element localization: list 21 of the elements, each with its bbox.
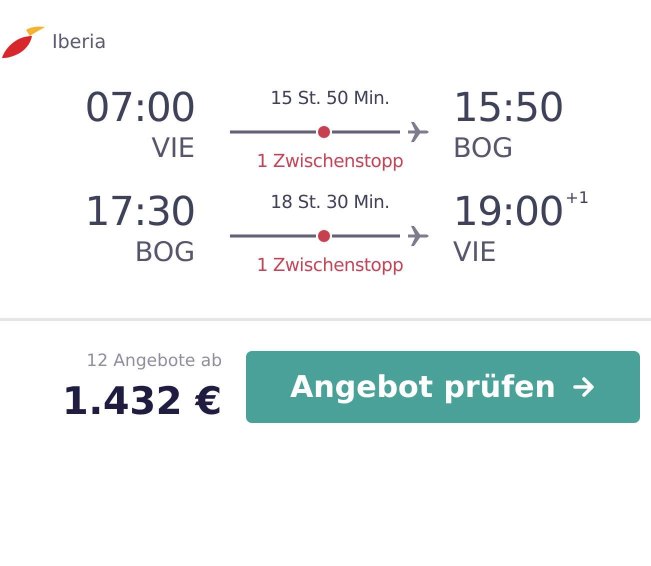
airport-code: BOG: [453, 132, 514, 166]
departure-time: 07:00: [84, 84, 195, 132]
arrow-icon: [572, 375, 596, 399]
flight-duration: 15 St. 50 Min.: [270, 88, 390, 110]
stopover-label: 1 Zwischenstopp: [256, 150, 404, 174]
plane-icon: [406, 224, 430, 248]
airport-code: VIE: [453, 236, 496, 270]
stopover-label: 1 Zwischenstopp: [256, 254, 404, 278]
day-offset: +1: [565, 188, 589, 208]
check-offer-button[interactable]: Angebot prüfen: [246, 351, 640, 423]
logo-icon: [0, 24, 46, 60]
arrival-time: 15:50: [453, 84, 564, 132]
airport-code: VIE: [152, 132, 195, 166]
airport-code: BOG: [134, 236, 195, 270]
airline-name: Iberia: [52, 31, 106, 53]
plane-icon: [406, 120, 430, 144]
offers-label: 12 Angebote ab: [86, 351, 222, 371]
flight-duration: 18 St. 30 Min.: [270, 192, 390, 214]
departure-time: 17:30: [84, 188, 195, 236]
arrival-time: 19:00: [453, 188, 564, 236]
price: 1.432 €: [62, 379, 222, 423]
